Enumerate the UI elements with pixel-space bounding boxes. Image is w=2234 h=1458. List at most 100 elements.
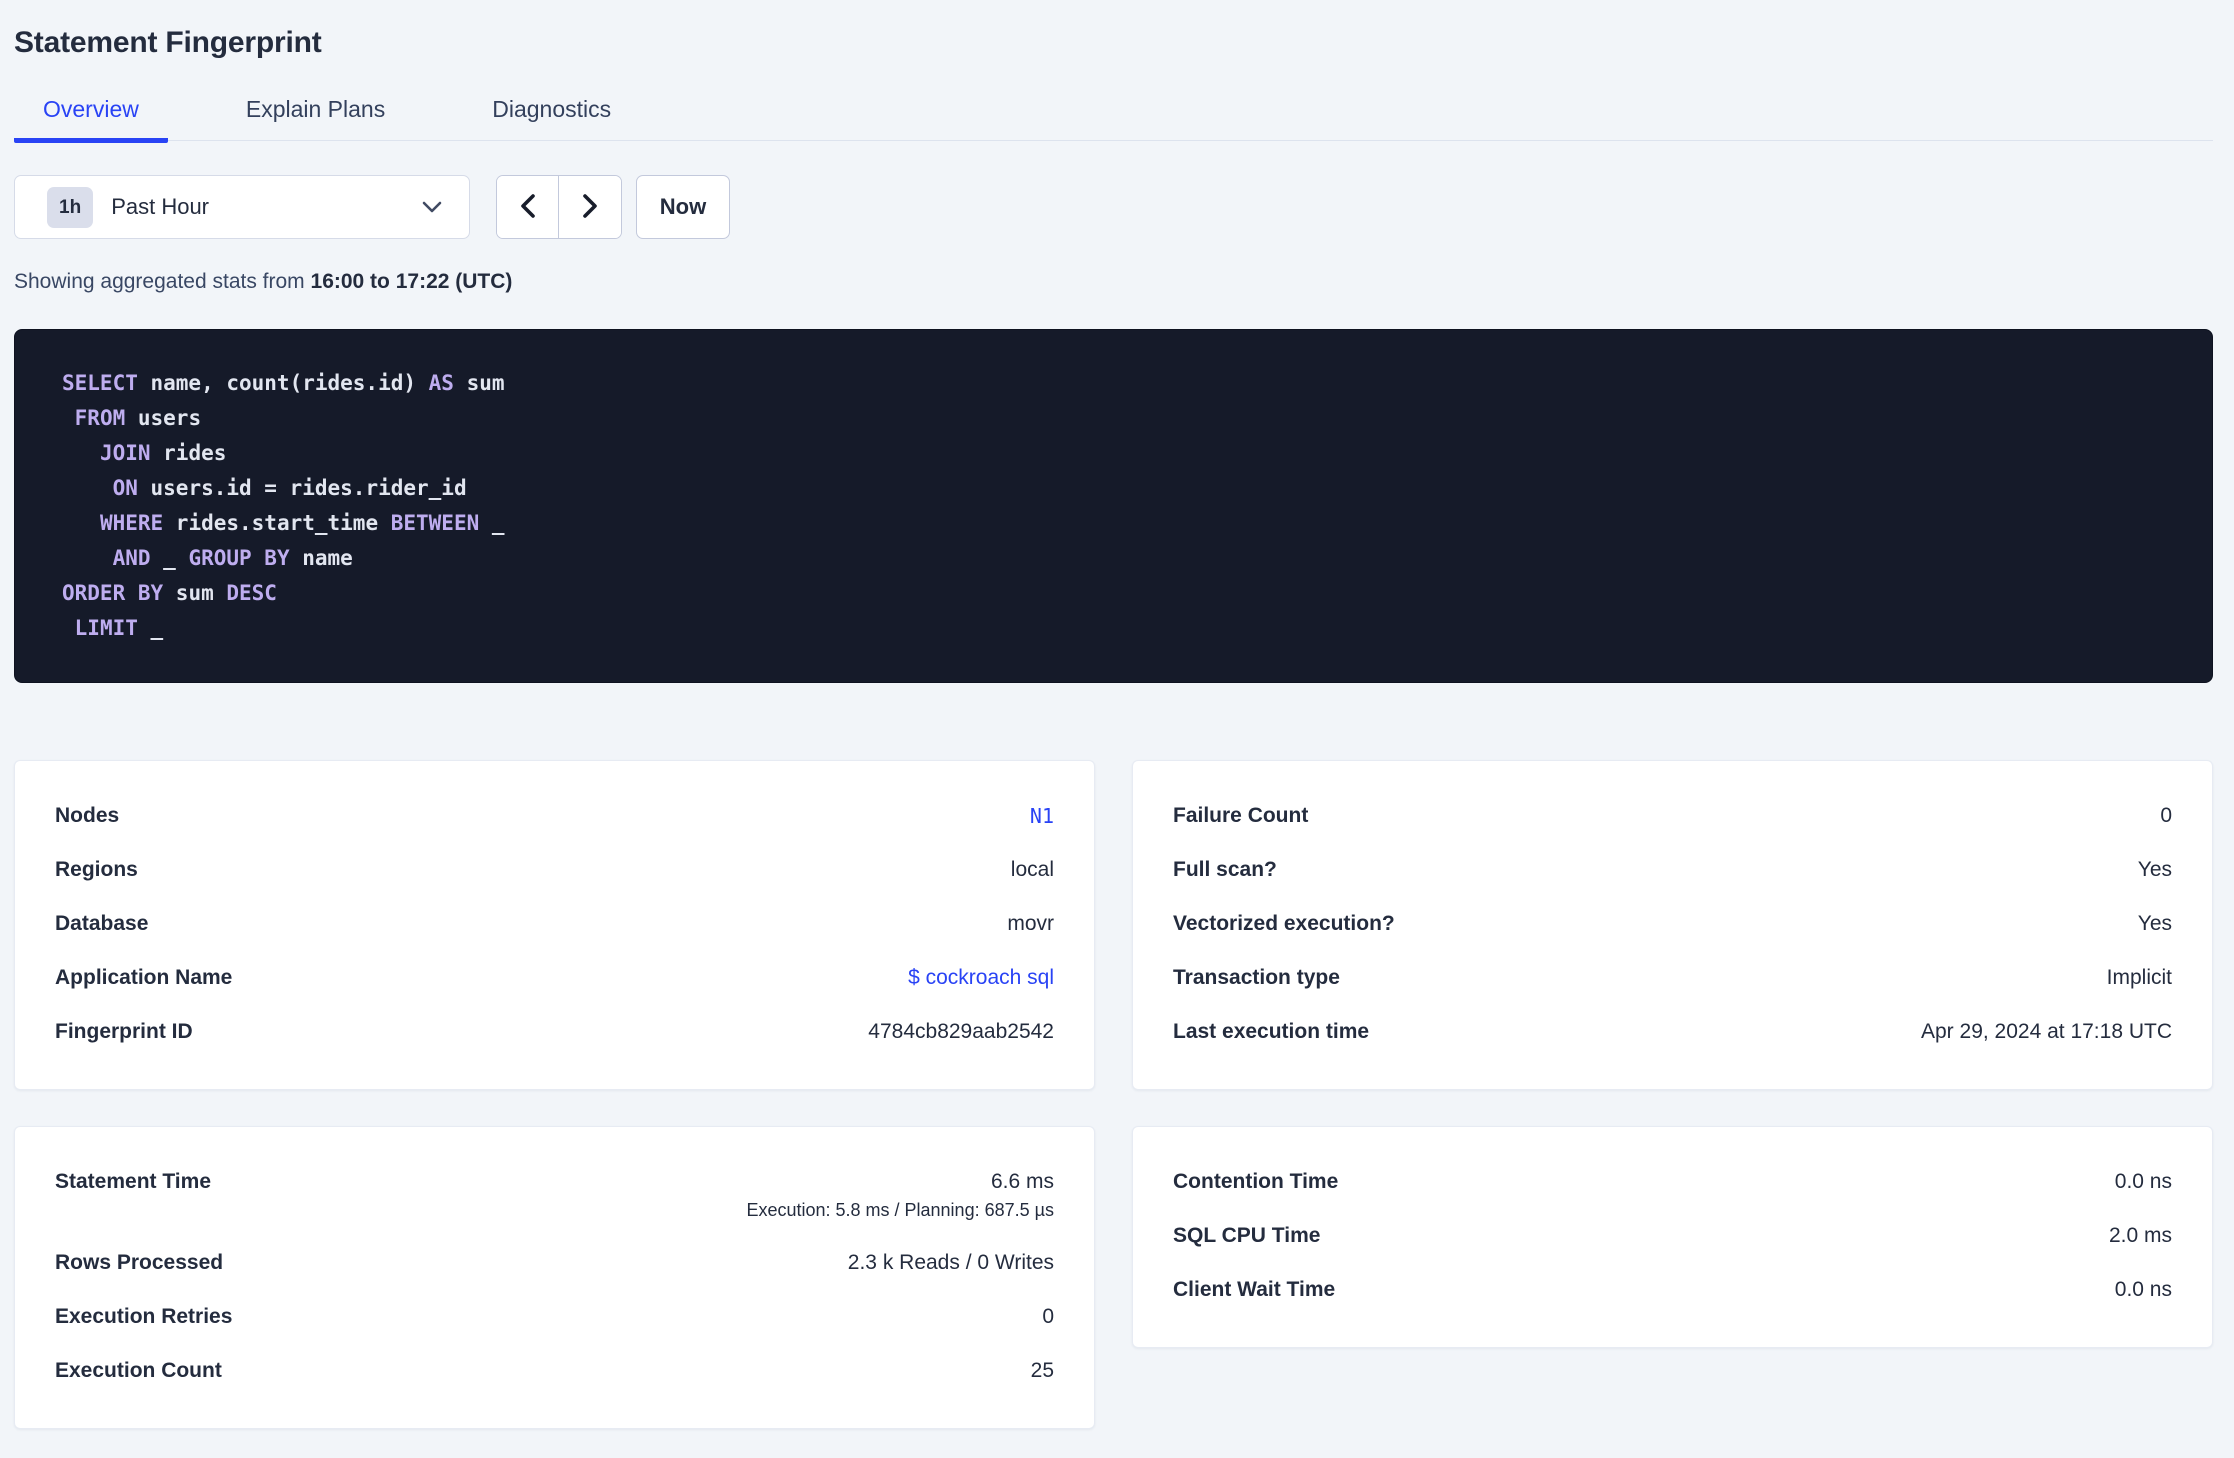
stats-range: 16:00 to 17:22 (UTC) [310, 270, 513, 293]
sql-line: AND _ GROUP BY name [62, 541, 2172, 576]
aggregated-stats-line: Showing aggregated stats from 16:00 to 1… [14, 270, 2213, 294]
sql-keyword: ON [112, 476, 138, 500]
stat-label: Full scan? [1173, 858, 1277, 881]
time-range-dropdown[interactable]: 1h Past Hour [14, 175, 470, 239]
sql-text: _ [137, 616, 164, 640]
stat-row: Contention Time 0.0 ns [1173, 1155, 2172, 1209]
stat-label: Failure Count [1173, 804, 1309, 827]
sql-keyword: DESC [226, 581, 277, 605]
sql-text: name, count(rides.id) [137, 371, 429, 395]
stat-value-wrap: 4784cb829aab2542 [868, 1018, 1054, 1046]
stat-label: Last execution time [1173, 1020, 1370, 1043]
stat-value-wrap: 0 [2160, 802, 2172, 830]
sql-line: SELECT name, count(rides.id) AS sum [62, 366, 2172, 401]
stat-row: Statement Time 6.6 ms Execution: 5.8 ms / … [55, 1155, 1054, 1236]
stats-prefix: Showing aggregated stats from [14, 270, 311, 293]
wait-times-card: Contention Time 0.0 ns SQL CPU Time 2.0 ms C… [1132, 1126, 2213, 1348]
stat-value: 2.0 ms [2108, 1224, 2172, 1247]
stat-value-wrap: Apr 29, 2024 at 17:18 UTC [1921, 1018, 2172, 1046]
stat-value-wrap: Yes [2138, 856, 2172, 884]
stat-value: 25 [1030, 1359, 1054, 1382]
stat-row: Execution Retries 0 [55, 1290, 1054, 1344]
stat-value-wrap: $ cockroach sql [908, 964, 1054, 992]
time-range-badge: 1h [47, 186, 94, 228]
stat-value-wrap: local [1011, 856, 1054, 884]
stat-subvalue: Execution: 5.8 ms / Planning: 687.5 µs [746, 1200, 1054, 1220]
stat-label: Application Name [55, 966, 233, 989]
sql-line: LIMIT _ [62, 611, 2172, 646]
time-picker-toolbar: 1h Past Hour Now [14, 175, 2213, 239]
stat-value: Apr 29, 2024 at 17:18 UTC [1921, 1020, 2172, 1043]
stat-row: SQL CPU Time 2.0 ms [1173, 1209, 2172, 1263]
sql-keyword: BETWEEN [390, 511, 480, 535]
chevron-down-icon [421, 200, 443, 214]
stat-value-wrap: 0 [1042, 1303, 1054, 1331]
stat-row: Regions local [55, 843, 1054, 897]
stat-value: 0 [1042, 1305, 1054, 1328]
stat-value: 0.0 ns [2114, 1170, 2172, 1193]
prev-time-button[interactable] [497, 176, 559, 238]
sql-keyword: ORDER BY [62, 581, 164, 605]
stat-value-wrap: 6.6 ms Execution: 5.8 ms / Planning: 687.… [746, 1168, 1054, 1223]
stat-label: Transaction type [1173, 966, 1340, 989]
stat-row: Nodes N1 [55, 789, 1054, 843]
stat-label: Rows Processed [55, 1251, 224, 1274]
stat-label: Contention Time [1173, 1170, 1339, 1193]
stat-value: Implicit [2106, 966, 2172, 989]
tab-explain-plans[interactable]: Explain Plans [217, 96, 414, 143]
stat-row: Vectorized execution? Yes [1173, 897, 2172, 951]
stat-label: Regions [55, 858, 138, 881]
stat-label: Execution Retries [55, 1305, 233, 1328]
sql-text: users [125, 406, 202, 430]
chevron-right-icon [579, 192, 601, 223]
sql-keyword: SELECT [62, 371, 138, 395]
stat-label: Execution Count [55, 1359, 222, 1382]
sql-text: _ [150, 546, 189, 570]
sql-text: sum [163, 581, 227, 605]
now-button[interactable]: Now [636, 175, 730, 239]
sql-keyword: WHERE [99, 511, 164, 535]
page-title: Statement Fingerprint [14, 26, 322, 59]
statement-details-card: Nodes N1 Regions local Database movr Applicati… [14, 760, 1095, 1090]
tab-overview[interactable]: Overview [14, 96, 168, 143]
next-time-button[interactable] [559, 176, 621, 238]
statement-fingerprint-page: Statement Fingerprint Overview Explain Pl… [0, 0, 2234, 1429]
tab-diagnostics[interactable]: Diagnostics [463, 96, 640, 143]
stat-value-wrap: 25 [1031, 1357, 1054, 1385]
time-step-buttons [496, 175, 622, 239]
stat-label: Database [55, 912, 149, 935]
stat-row: Fingerprint ID 4784cb829aab2542 [55, 1005, 1054, 1059]
stat-value: 6.6 ms [990, 1170, 1054, 1193]
stat-row: Execution Count 25 [55, 1344, 1054, 1398]
stat-row: Application Name $ cockroach sql [55, 951, 1054, 1005]
stat-row: Client Wait Time 0.0 ns [1173, 1263, 2172, 1317]
stat-value: 4784cb829aab2542 [868, 1020, 1054, 1043]
statement-timings-card: Statement Time 6.6 ms Execution: 5.8 ms / … [14, 1126, 1095, 1429]
stat-label: Statement Time [55, 1170, 211, 1193]
stat-value: 0 [2160, 804, 2172, 827]
sql-text: rides [150, 441, 227, 465]
stat-value-wrap: 0.0 ns [2115, 1168, 2172, 1196]
stat-row: Last execution time Apr 29, 2024 at 17:18… [1173, 1005, 2172, 1059]
stat-value-link[interactable]: $ cockroach sql [908, 964, 1054, 992]
execution-attributes-card: Failure Count 0 Full scan? Yes Vectorized ex… [1132, 760, 2213, 1090]
sql-keyword: LIMIT [74, 616, 138, 640]
stat-value-wrap: N1 [1030, 802, 1054, 830]
stat-value-wrap: movr [1007, 910, 1054, 938]
stat-row: Database movr [55, 897, 1054, 951]
sql-text: name [289, 546, 353, 570]
stat-label: Fingerprint ID [55, 1020, 193, 1043]
stat-row: Failure Count 0 [1173, 789, 2172, 843]
sql-text: sum [453, 371, 505, 395]
stat-value-link[interactable]: N1 [1030, 802, 1054, 830]
sql-keyword: GROUP BY [188, 546, 290, 570]
tab-bar: Overview Explain Plans Diagnostics [14, 96, 2213, 143]
stat-value-wrap: 0.0 ns [2115, 1276, 2172, 1304]
stat-value: 2.3 k Reads / 0 Writes [847, 1251, 1054, 1274]
sql-keyword: AS [428, 371, 454, 395]
